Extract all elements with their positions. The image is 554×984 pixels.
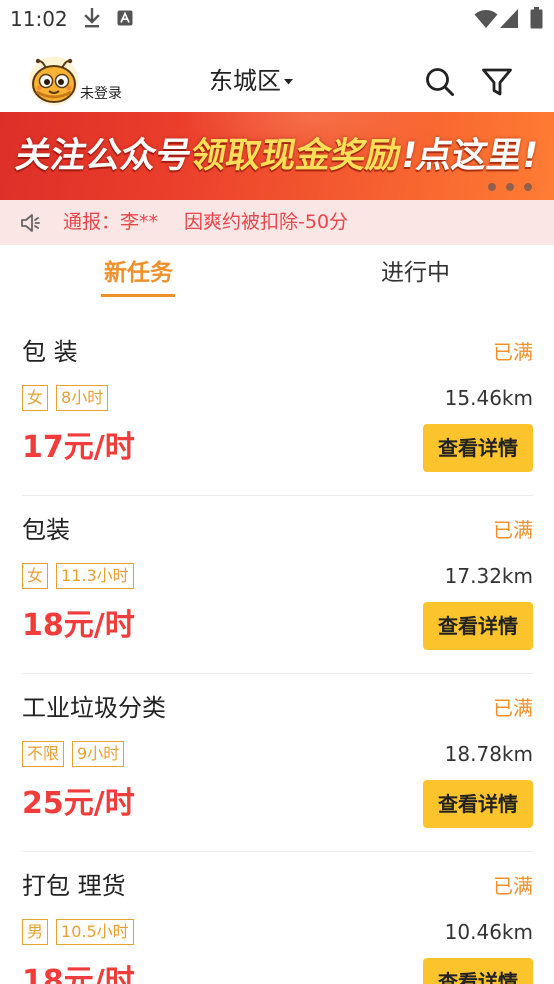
task-distance: 10.46km [444, 920, 533, 944]
banner-dot[interactable] [524, 183, 532, 191]
task-distance: 15.46km [444, 386, 533, 410]
tab-active-indicator [101, 294, 175, 297]
banner-pager-dots[interactable] [488, 183, 532, 191]
gender-tag: 不限 [22, 741, 65, 767]
task-tags: 女 11.3小时 [22, 563, 134, 589]
signal-icon [500, 9, 518, 28]
task-title: 包装 [22, 516, 70, 544]
tab-label: 新任务 [104, 260, 173, 286]
wifi-icon [474, 10, 498, 28]
banner-dot[interactable] [506, 183, 514, 191]
tab-new-tasks[interactable]: 新任务 [0, 245, 277, 318]
text-a-icon [117, 10, 133, 26]
login-status-label[interactable]: 未登录 [80, 85, 122, 103]
task-wage: 18元/时 [22, 608, 135, 643]
duration-tag: 9小时 [72, 741, 125, 767]
duration-tag: 8小时 [56, 385, 109, 411]
task-wage: 17元/时 [22, 430, 135, 465]
banner-text-reward: 领取现金奖励 [187, 136, 405, 176]
chevron-down-icon [284, 79, 293, 85]
tab-label: 进行中 [381, 260, 450, 286]
task-card[interactable]: 打包 理货 已满 男 10.5小时 10.46km 18元/时 查看详情 [22, 852, 533, 984]
banner-dot[interactable] [488, 183, 496, 191]
duration-tag: 10.5小时 [56, 919, 134, 945]
task-tags: 不限 9小时 [22, 741, 125, 767]
task-card[interactable]: 包装 已满 女 11.3小时 17.32km 18元/时 查看详情 [22, 496, 533, 674]
task-title: 包 装 [22, 338, 78, 366]
task-card[interactable]: 工业垃圾分类 已满 不限 9小时 18.78km 25元/时 查看详情 [22, 674, 533, 852]
task-card[interactable]: 包 装 已满 女 8小时 15.46km 17元/时 查看详情 [22, 318, 533, 496]
status-bar: 11:02 [0, 0, 554, 38]
filter-button[interactable] [481, 66, 513, 98]
gender-tag: 男 [22, 919, 49, 945]
filter-icon [482, 68, 512, 96]
banner-text-follow: 关注公众号 [12, 136, 195, 176]
location-label: 东城区 [209, 67, 281, 95]
task-tags: 男 10.5小时 [22, 919, 134, 945]
bee-avatar-icon[interactable] [29, 56, 79, 106]
banner-headline: 关注公众号领取现金奖励!点这里! [0, 134, 554, 178]
view-details-button[interactable]: 查看详情 [423, 602, 533, 650]
speaker-icon [21, 214, 40, 232]
gender-tag: 女 [22, 385, 49, 411]
task-tabs: 新任务 进行中 [0, 245, 554, 318]
gender-tag: 女 [22, 563, 49, 589]
task-status-badge: 已满 [493, 696, 533, 720]
download-icon [84, 8, 100, 28]
view-details-button[interactable]: 查看详情 [423, 958, 533, 984]
tab-in-progress[interactable]: 进行中 [277, 245, 554, 318]
task-status-badge: 已满 [493, 340, 533, 364]
task-status-badge: 已满 [493, 518, 533, 542]
banner-text-click: !点这里! [397, 136, 542, 176]
task-tags: 女 8小时 [22, 385, 109, 411]
task-list[interactable]: 包 装 已满 女 8小时 15.46km 17元/时 查看详情 包装 已满 女 … [0, 318, 554, 984]
view-details-button[interactable]: 查看详情 [423, 424, 533, 472]
notice-message: 因爽约被扣除-50分 [184, 211, 349, 233]
notice-prefix: 通报：李** [63, 211, 159, 233]
task-distance: 17.32km [444, 564, 533, 588]
search-button[interactable] [424, 66, 456, 98]
task-distance: 18.78km [444, 742, 533, 766]
app-header: 未登录 东城区 [0, 38, 554, 112]
view-details-button[interactable]: 查看详情 [423, 780, 533, 828]
task-wage: 18元/时 [22, 964, 135, 984]
task-title: 打包 理货 [22, 872, 126, 900]
duration-tag: 11.3小时 [56, 563, 134, 589]
task-status-badge: 已满 [493, 874, 533, 898]
search-icon [426, 68, 454, 96]
battery-icon [530, 7, 543, 29]
promo-banner[interactable]: 关注公众号领取现金奖励!点这里! [0, 112, 554, 200]
task-title: 工业垃圾分类 [22, 694, 166, 722]
task-wage: 25元/时 [22, 786, 135, 821]
status-time: 11:02 [10, 7, 68, 31]
location-selector[interactable]: 东城区 [209, 66, 293, 96]
notice-bar: 通报：李** 因爽约被扣除-50分 [0, 200, 554, 245]
